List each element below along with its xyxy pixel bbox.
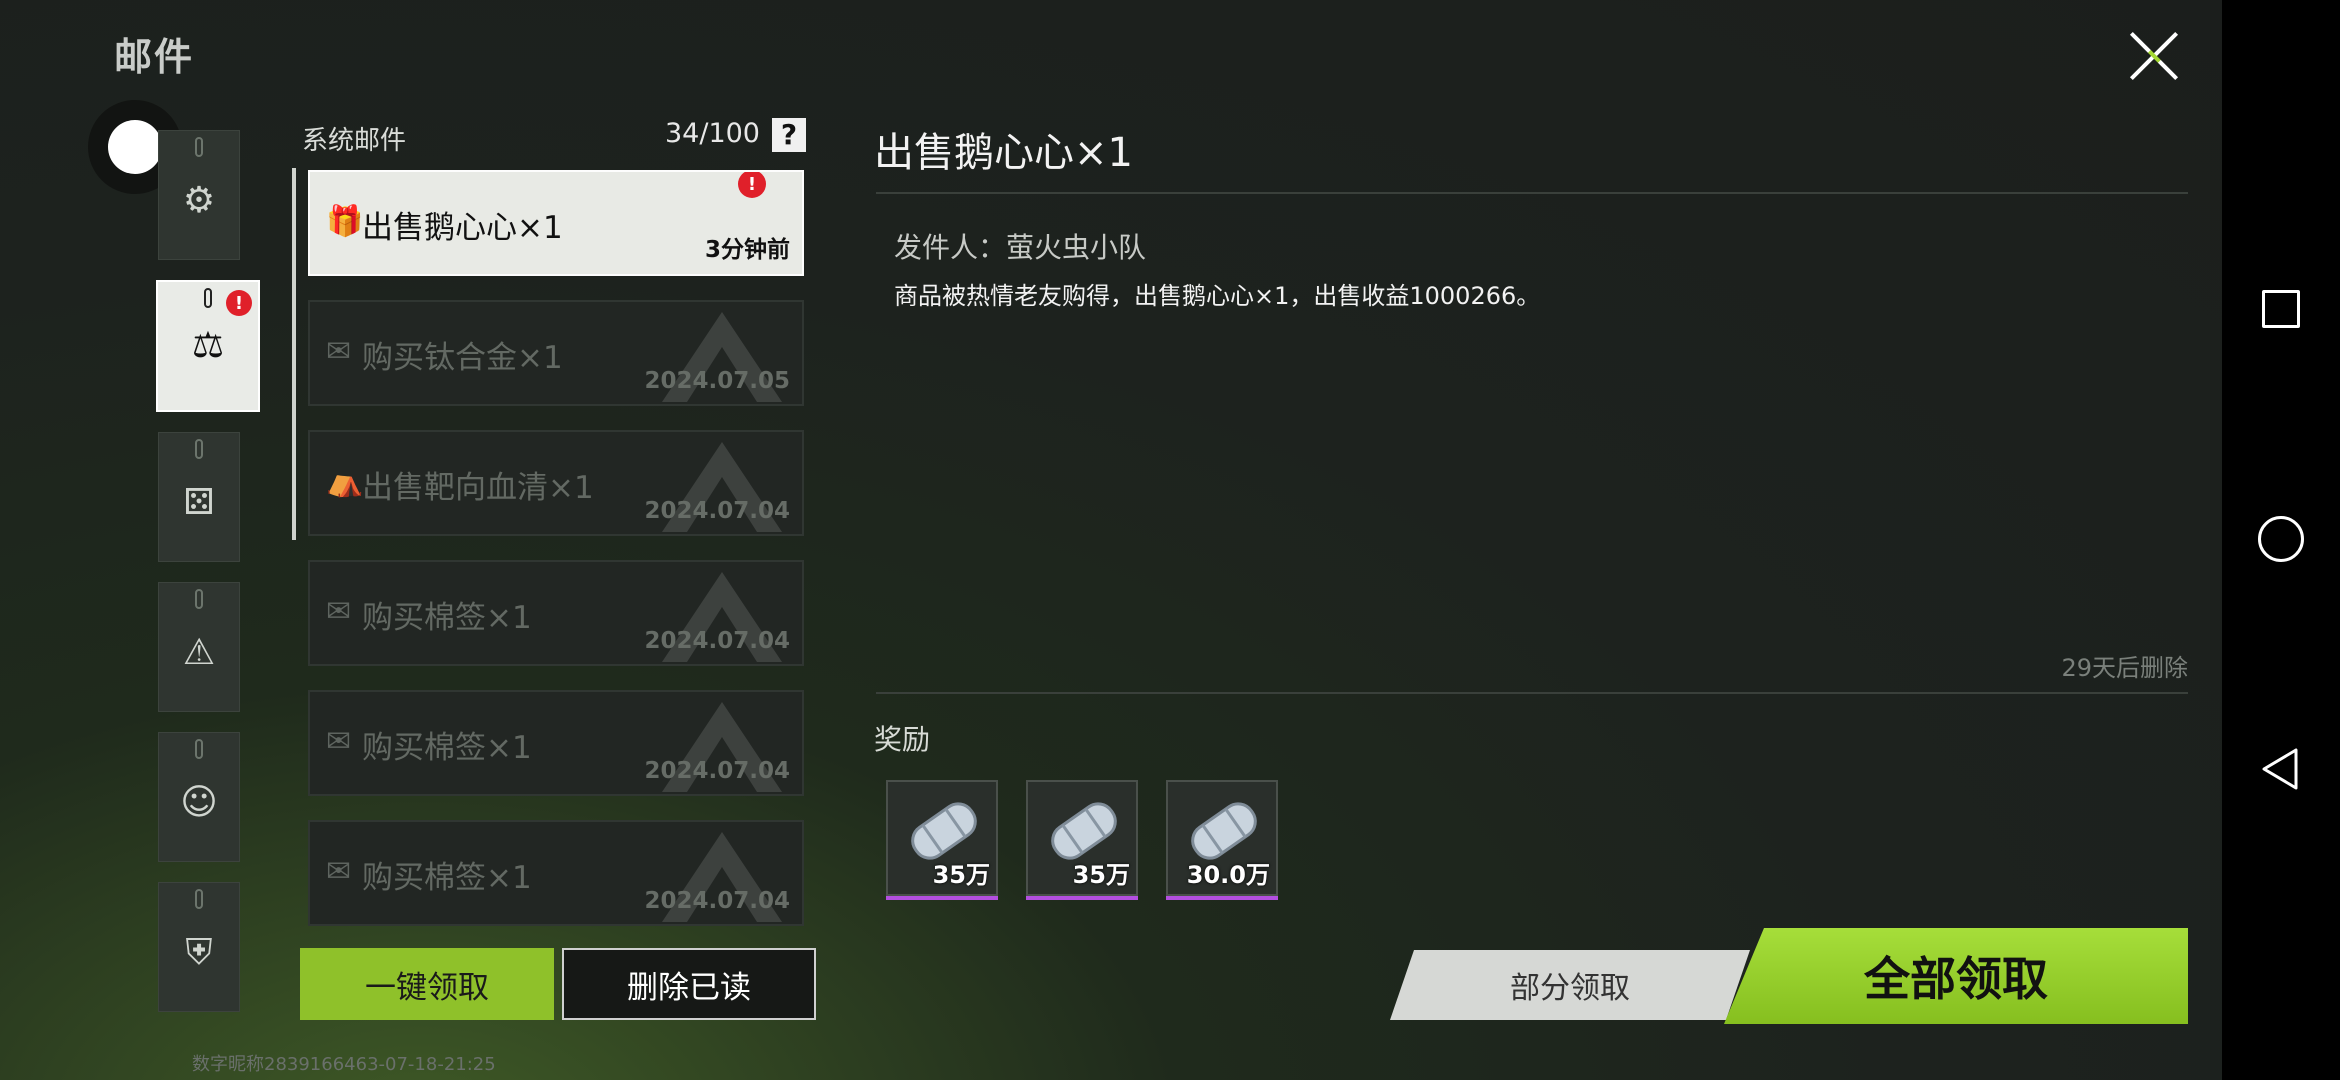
mail-time: 2024.07.04 <box>644 498 790 524</box>
mail-time: 2024.07.04 <box>644 888 790 914</box>
claim-all-list-button[interactable]: 一键领取 <box>300 948 554 1020</box>
pin-icon <box>195 439 203 459</box>
mail-list-title: 系统邮件 <box>302 126 407 156</box>
circle-icon <box>2258 516 2304 562</box>
recents-button[interactable] <box>2258 286 2304 332</box>
mail-title: 购买钛合金×1 <box>362 340 563 376</box>
mail-time: 2024.07.04 <box>644 628 790 654</box>
help-icon[interactable]: ? <box>772 118 806 152</box>
unread-badge: ! <box>738 172 766 198</box>
mail-body: 商品被热情老友购得，出售鹅心心×1，出售收益1000266。 <box>894 282 1541 310</box>
pin-icon <box>195 889 203 909</box>
rewards-label: 奖励 <box>874 723 931 756</box>
player-id-text: 数字昵称2839166463-07-18-21:25 <box>192 1054 496 1075</box>
toggle-dot <box>108 120 162 174</box>
mail-list-header: 系统邮件 34/100 ? <box>302 118 806 156</box>
partial-claim-button[interactable]: 部分领取 <box>1390 950 1750 1020</box>
scrollbar[interactable] <box>292 168 296 540</box>
dice-icon: ⚄ <box>183 482 215 523</box>
mail-detail-title: 出售鹅心心×1 <box>874 130 1133 176</box>
category-warning[interactable]: ⚠ <box>158 582 240 712</box>
mail-item[interactable]: 🎁 出售鹅心心×1 3分钟前 ! <box>308 170 804 276</box>
category-friends[interactable]: ☺ <box>158 732 240 862</box>
close-button[interactable] <box>2120 26 2188 86</box>
square-icon <box>2262 290 2300 328</box>
mail-item[interactable]: ⛺ 出售靶向血清×1 2024.07.04 <box>308 430 804 536</box>
reward-item[interactable]: 35万 <box>886 780 998 900</box>
divider <box>876 192 2188 194</box>
warning-icon: ⚠ <box>182 632 216 673</box>
mail-title: 出售靶向血清×1 <box>362 470 594 506</box>
person-icon: ☺ <box>180 782 218 823</box>
mail-sender: 发件人：萤火虫小队 <box>894 231 1147 264</box>
back-button[interactable] <box>2258 746 2304 792</box>
mail-item[interactable]: ✉ 购买棉签×1 2024.07.04 <box>308 690 804 796</box>
delete-read-button[interactable]: 删除已读 <box>562 948 816 1020</box>
mail-count: 34/100 <box>665 118 760 149</box>
back-triangle-icon <box>2262 748 2298 790</box>
unread-badge: ! <box>226 290 252 316</box>
home-button[interactable] <box>2258 516 2304 562</box>
reward-item[interactable]: 30.0万 <box>1166 780 1278 900</box>
reward-amount: 30.0万 <box>1186 861 1270 889</box>
mail-title: 购买棉签×1 <box>362 860 532 896</box>
mail-title: 购买棉签×1 <box>362 730 532 766</box>
envelope-icon: ✉ <box>326 594 352 629</box>
gavel-icon: ⚖ <box>191 325 225 366</box>
mail-item[interactable]: ✉ 购买钛合金×1 2024.07.05 <box>308 300 804 406</box>
reward-amount: 35万 <box>932 861 990 889</box>
reward-item[interactable]: 35万 <box>1026 780 1138 900</box>
backpack-icon: ⛨ <box>185 932 213 973</box>
divider <box>876 692 2188 694</box>
pin-icon <box>195 137 203 157</box>
shop-icon: ⛺ <box>326 464 364 499</box>
mail-time: 2024.07.05 <box>644 368 790 394</box>
mail-title: 出售鹅心心×1 <box>362 210 563 246</box>
mail-item[interactable]: ✉ 购买棉签×1 2024.07.04 <box>308 560 804 666</box>
mail-time: 2024.07.04 <box>644 758 790 784</box>
reward-amount: 35万 <box>1072 861 1130 889</box>
pin-icon <box>195 589 203 609</box>
pin-icon <box>195 739 203 759</box>
gear-icon: ⚙ <box>182 180 216 221</box>
pin-icon <box>204 288 212 308</box>
expire-notice: 29天后删除 <box>2061 654 2188 682</box>
page-title: 邮件 <box>114 35 195 79</box>
category-settings[interactable]: ⚙ <box>158 130 240 260</box>
envelope-icon: ✉ <box>326 334 352 369</box>
mail-item[interactable]: ✉ 购买棉签×1 2024.07.04 <box>308 820 804 926</box>
claim-all-button[interactable]: 全部领取 <box>1724 928 2188 1024</box>
envelope-icon: ✉ <box>326 724 352 759</box>
mail-time: 3分钟前 <box>704 237 790 263</box>
category-game[interactable]: ⚄ <box>158 432 240 562</box>
envelope-icon: ✉ <box>326 854 352 889</box>
category-auction[interactable]: ⚖ ! <box>156 280 260 412</box>
mail-title: 购买棉签×1 <box>362 600 532 636</box>
category-gear[interactable]: ⛨ <box>158 882 240 1012</box>
gift-icon: 🎁 <box>326 204 364 239</box>
